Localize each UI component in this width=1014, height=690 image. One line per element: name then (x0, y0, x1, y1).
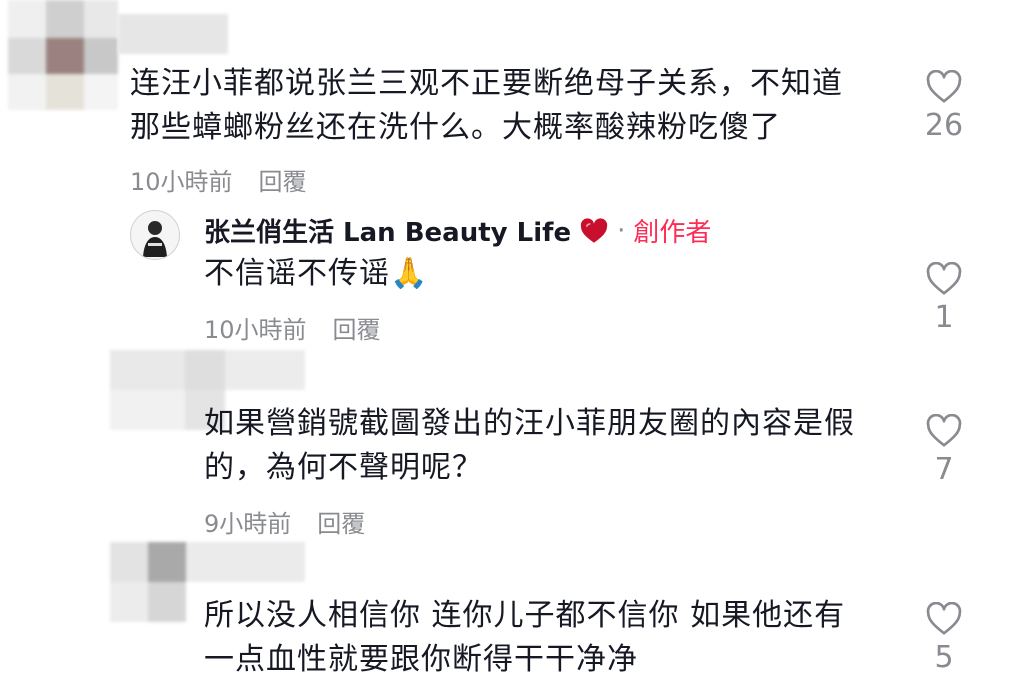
creator-badge: 創作者 (633, 218, 712, 248)
like-count: 26 (924, 108, 964, 143)
heart-outline-icon (926, 70, 962, 103)
heart-badge-icon (580, 217, 608, 243)
reply-button[interactable]: 回覆 (259, 162, 307, 197)
reply-button[interactable]: 回覆 (333, 310, 381, 345)
comment-time: 10小時前 (204, 316, 307, 344)
heart-outline-icon (926, 602, 962, 635)
creator-avatar[interactable] (130, 210, 180, 260)
comment-text-3: 如果營銷號截圖發出的汪小菲朋友圈的內容是假 的，為何不聲明呢？ (204, 406, 855, 485)
like-button-2[interactable]: 1 (914, 262, 974, 335)
author-row: 张兰俏生活 Lan Beauty Life · 創作者 (204, 212, 711, 249)
like-button-3[interactable]: 7 (914, 414, 974, 487)
heart-outline-icon (926, 414, 962, 447)
comment-text-2: 不信谣不传谣🙏 (204, 256, 429, 291)
comment-meta-1: 10小時前 回覆 (130, 162, 307, 197)
blurred-username-1 (118, 14, 228, 54)
comment-meta-2: 10小時前 回覆 (204, 310, 381, 345)
like-count: 5 (934, 640, 954, 675)
like-button-1[interactable]: 26 (914, 70, 974, 143)
blurred-avatar-1 (8, 0, 118, 110)
comment-meta-3: 9小時前 回覆 (204, 504, 365, 539)
comment-text-4: 所以没人相信你 连你儿子都不信你 如果他还有 一点血性就要跟你断得干干净净 (204, 598, 846, 677)
like-count: 1 (934, 300, 954, 335)
author-name[interactable]: 张兰俏生活 Lan Beauty Life (204, 212, 571, 249)
like-button-4[interactable]: 5 (914, 602, 974, 675)
comment-text-1: 连汪小菲都说张兰三观不正要断绝母子关系，不知道 那些蟑螂粉丝还在洗什么。大概率酸… (130, 66, 843, 145)
comment-time: 10小時前 (130, 168, 233, 196)
comment-time: 9小時前 (204, 510, 292, 538)
heart-outline-icon (926, 262, 962, 295)
like-count: 7 (934, 452, 954, 487)
separator-dot: · (617, 215, 626, 246)
reply-button[interactable]: 回覆 (317, 504, 365, 539)
